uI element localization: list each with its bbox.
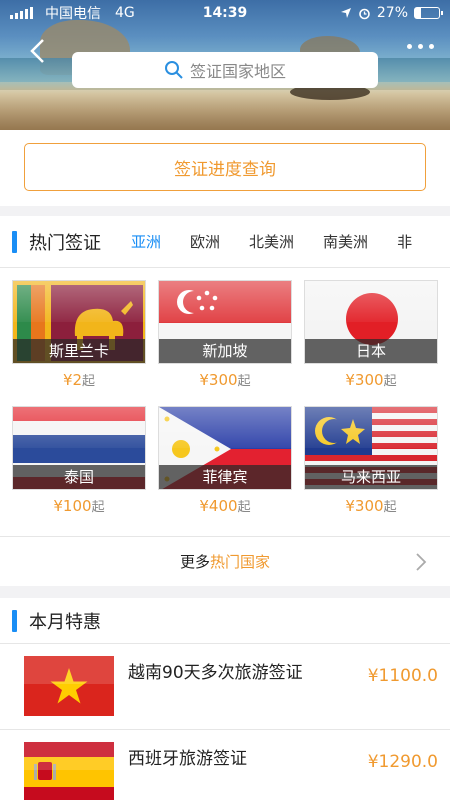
tab-south-america[interactable]: 南美洲 — [323, 231, 368, 252]
battery-percent: 27% — [376, 5, 408, 21]
philippines-flag: 菲律宾 — [158, 406, 292, 490]
country-name: 马来西亚 — [305, 465, 437, 489]
deal-item-vietnam[interactable]: 越南90天多次旅游签证 ¥1100.0 — [0, 644, 450, 730]
section-title: 本月特惠 — [29, 611, 101, 633]
deal-item-spain[interactable]: 西班牙旅游签证 ¥1290.0 — [0, 730, 450, 800]
search-input[interactable]: 签证国家地区 — [72, 52, 378, 88]
country-name: 泰国 — [13, 465, 145, 489]
country-price: ¥100 — [53, 497, 92, 515]
hot-visa-header: 热门签证 亚洲 欧洲 北美洲 南美洲 非 — [0, 216, 450, 268]
status-bar: 中国电信 4G 14:39 27% — [0, 0, 450, 26]
section-title: 热门签证 — [29, 232, 101, 254]
section-marker — [12, 609, 17, 632]
monthly-header: 本月特惠 — [0, 598, 450, 644]
search-placeholder: 签证国家地区 — [189, 62, 286, 81]
more-hot-countries-link[interactable]: 更多 热门国家 — [0, 536, 450, 586]
carrier-name: 中国电信 — [45, 6, 101, 22]
price-unit: 起 — [91, 500, 105, 515]
thailand-flag: 泰国 — [12, 406, 146, 490]
malaysia-flag: 马来西亚 — [304, 406, 438, 490]
monthly-deals-section: 本月特惠 越南90天多次旅游签证 ¥1100.0 西班牙旅游签证 ¥1290.0 — [0, 598, 450, 800]
tab-africa[interactable]: 非 — [397, 231, 412, 252]
price-unit: 起 — [383, 500, 397, 515]
back-icon[interactable] — [26, 38, 50, 64]
price-unit: 起 — [237, 500, 251, 515]
hot-visa-section: 热门签证 亚洲 欧洲 北美洲 南美洲 非 斯里兰卡 ¥2起 新加坡 ¥300起 … — [0, 216, 450, 586]
sri-lanka-flag: 斯里兰卡 — [12, 280, 146, 364]
tab-north-america[interactable]: 北美洲 — [249, 231, 294, 252]
country-card-philippines[interactable]: 菲律宾 ¥400起 — [158, 406, 292, 515]
country-card-japan[interactable]: 日本 ¥300起 — [304, 280, 438, 389]
country-price: ¥2 — [62, 371, 83, 389]
country-name: 新加坡 — [159, 339, 291, 363]
deal-name: 西班牙旅游签证 — [128, 749, 247, 769]
battery-icon — [414, 7, 443, 19]
more-options-icon[interactable] — [407, 44, 434, 49]
spain-flag — [24, 742, 114, 800]
section-marker — [12, 230, 17, 253]
country-name: 斯里兰卡 — [13, 339, 145, 363]
country-price: ¥300 — [199, 371, 238, 389]
country-card-singapore[interactable]: 新加坡 ¥300起 — [158, 280, 292, 389]
deal-price: ¥1290.0 — [367, 752, 438, 772]
country-card-thailand[interactable]: 泰国 ¥100起 — [12, 406, 146, 515]
deal-price: ¥1100.0 — [367, 666, 438, 686]
japan-flag: 日本 — [304, 280, 438, 364]
price-unit: 起 — [237, 374, 251, 389]
location-icon — [340, 8, 351, 18]
singapore-flag: 新加坡 — [158, 280, 292, 364]
more-highlight: 热门国家 — [210, 553, 271, 571]
progress-section: 签证进度查询 — [0, 130, 450, 206]
more-prefix: 更多 — [179, 553, 210, 571]
visa-progress-button[interactable]: 签证进度查询 — [24, 143, 426, 191]
country-card-sri-lanka[interactable]: 斯里兰卡 ¥2起 — [12, 280, 146, 389]
price-unit: 起 — [383, 374, 397, 389]
country-card-malaysia[interactable]: 马来西亚 ¥300起 — [304, 406, 438, 515]
background-beach — [0, 90, 450, 130]
price-unit: 起 — [82, 374, 96, 389]
tab-asia[interactable]: 亚洲 — [131, 231, 161, 252]
alarm-icon — [359, 8, 370, 19]
signal-icon — [10, 7, 33, 19]
country-name: 菲律宾 — [159, 465, 291, 489]
network-type: 4G — [115, 5, 135, 21]
tab-europe[interactable]: 欧洲 — [190, 231, 220, 252]
country-price: ¥400 — [199, 497, 238, 515]
chevron-right-icon — [416, 553, 427, 571]
deal-name: 越南90天多次旅游签证 — [128, 663, 303, 683]
country-price: ¥300 — [345, 371, 384, 389]
search-icon — [164, 61, 183, 79]
country-name: 日本 — [305, 339, 437, 363]
country-price: ¥300 — [345, 497, 384, 515]
vietnam-flag — [24, 656, 114, 716]
